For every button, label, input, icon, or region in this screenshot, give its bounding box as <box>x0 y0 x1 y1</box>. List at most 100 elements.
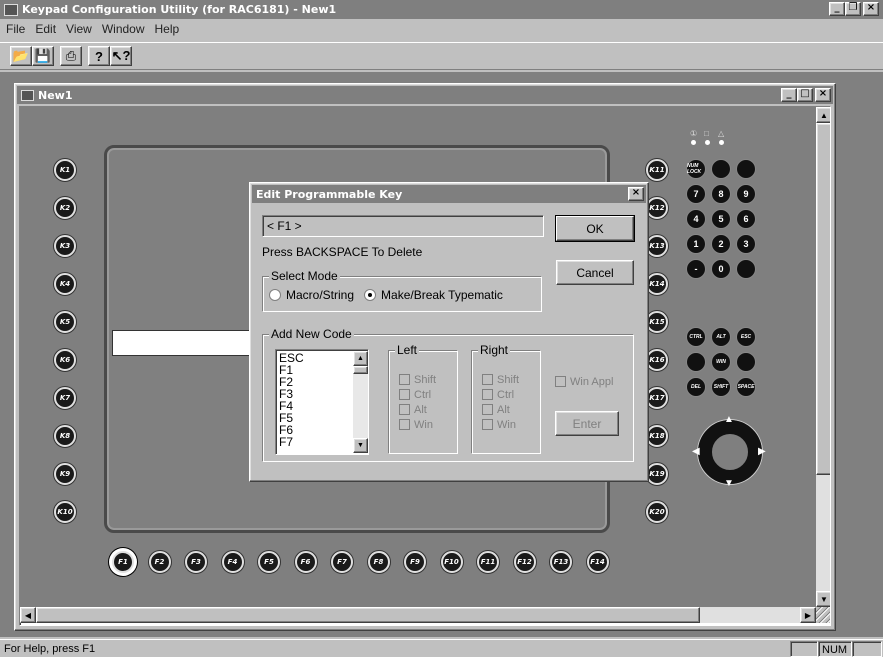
keypad-key-f9[interactable]: F9 <box>404 551 426 573</box>
horizontal-scroll-thumb[interactable] <box>36 607 700 623</box>
keypad-key-f4[interactable]: F4 <box>221 551 244 573</box>
keypad-key-k2[interactable]: K2 <box>54 197 76 219</box>
mdi-minimize-icon[interactable]: _ <box>781 88 797 102</box>
keypad-key-k16[interactable]: K16 <box>646 349 668 371</box>
menu-edit[interactable]: Edit <box>35 22 56 40</box>
arrow-right-icon[interactable]: ▶ <box>758 446 766 457</box>
numpad-key-2-0[interactable]: 4 <box>686 209 706 229</box>
code-list-scrollbar[interactable]: ▲ ▼ <box>353 351 368 453</box>
numpad-key-2-1[interactable]: 5 <box>711 209 731 229</box>
menu-file[interactable]: File <box>6 22 25 40</box>
vertical-scrollbar[interactable]: ▲ ▼ <box>816 107 830 607</box>
keypad-key-f5[interactable]: F5 <box>258 551 280 573</box>
keypad-key-f8[interactable]: F8 <box>367 551 390 573</box>
dialog-close-icon[interactable]: × <box>628 187 644 201</box>
keypad-key-k8[interactable]: K8 <box>54 425 76 447</box>
vertical-scroll-thumb[interactable] <box>816 123 830 475</box>
keypad-key-k18[interactable]: K18 <box>646 425 668 447</box>
print-icon[interactable]: ⎙ <box>60 46 82 66</box>
numpad-key-1-2[interactable]: 9 <box>736 184 756 204</box>
keypad-key-f10[interactable]: F10 <box>440 551 463 573</box>
minimize-icon[interactable]: _ <box>829 2 845 16</box>
numpad-key-0-0[interactable]: NUM LOCK <box>686 159 706 179</box>
scroll-up-icon[interactable]: ▲ <box>816 107 830 123</box>
numpad-key-3-1[interactable]: 2 <box>711 234 731 254</box>
horizontal-scrollbar[interactable]: ◀ ▶ <box>20 607 816 623</box>
key-value-field[interactable]: < F1 > <box>262 215 544 237</box>
make-break-radio[interactable]: Make/Break Typematic <box>364 288 503 302</box>
keypad-key-k13[interactable]: K13 <box>646 235 668 257</box>
keypad-key-f3[interactable]: F3 <box>185 551 207 573</box>
cancel-button[interactable]: Cancel <box>556 260 634 285</box>
function-key-1-0[interactable] <box>686 352 706 372</box>
numpad-key-0-1[interactable] <box>711 159 731 179</box>
keypad-key-f12[interactable]: F12 <box>513 551 536 573</box>
keypad-key-f2[interactable]: F2 <box>148 551 171 573</box>
keypad-key-k20[interactable]: K20 <box>646 501 668 523</box>
function-key-1-2[interactable] <box>736 352 756 372</box>
help-icon[interactable]: ? <box>88 46 110 66</box>
save-icon[interactable]: 💾 <box>32 46 54 66</box>
function-key-0-1[interactable]: ALT <box>711 327 731 347</box>
ok-button[interactable]: OK <box>556 216 634 241</box>
macro-string-radio[interactable]: Macro/String <box>269 288 354 302</box>
close-icon[interactable]: × <box>863 2 879 16</box>
keypad-key-k12[interactable]: K12 <box>646 197 668 219</box>
menu-help[interactable]: Help <box>155 22 180 40</box>
list-scroll-down-icon[interactable]: ▼ <box>353 438 368 453</box>
numpad-key-0-2[interactable] <box>736 159 756 179</box>
enter-button[interactable]: Enter <box>555 411 619 436</box>
left-alt-checkbox[interactable]: Alt <box>399 403 436 416</box>
keypad-key-k5[interactable]: K5 <box>54 311 76 333</box>
list-scroll-up-icon[interactable]: ▲ <box>353 351 368 366</box>
function-key-0-0[interactable]: CTRL <box>686 327 706 347</box>
size-grip-icon[interactable] <box>816 607 830 623</box>
function-key-1-1[interactable]: WIN <box>711 352 731 372</box>
function-key-2-1[interactable]: SHIFT <box>711 377 731 397</box>
keypad-key-f7[interactable]: F7 <box>331 551 353 573</box>
numpad-key-4-0[interactable]: - <box>686 259 706 279</box>
function-key-2-2[interactable]: SPACE <box>736 377 756 397</box>
open-folder-icon[interactable]: 📂 <box>10 46 32 66</box>
left-shift-checkbox[interactable]: Shift <box>399 373 436 386</box>
keypad-key-k6[interactable]: K6 <box>54 349 76 371</box>
keypad-key-f11[interactable]: F11 <box>477 551 499 573</box>
keypad-key-k3[interactable]: K3 <box>54 235 76 257</box>
numpad-key-1-1[interactable]: 8 <box>711 184 731 204</box>
keypad-key-f14[interactable]: F14 <box>586 551 609 573</box>
numpad-key-1-0[interactable]: 7 <box>686 184 706 204</box>
scroll-right-icon[interactable]: ▶ <box>800 607 816 623</box>
keypad-key-k1[interactable]: K1 <box>54 159 76 181</box>
right-shift-checkbox[interactable]: Shift <box>482 373 519 386</box>
arrow-left-icon[interactable]: ◀ <box>692 446 700 457</box>
mdi-restore-icon[interactable]: □ <box>797 88 813 102</box>
left-ctrl-checkbox[interactable]: Ctrl <box>399 388 436 401</box>
function-key-0-2[interactable]: ESC <box>736 327 756 347</box>
right-ctrl-checkbox[interactable]: Ctrl <box>482 388 519 401</box>
keypad-key-k17[interactable]: K17 <box>646 387 668 409</box>
right-win-checkbox[interactable]: Win <box>482 418 519 431</box>
keypad-key-f13[interactable]: F13 <box>550 551 572 573</box>
keypad-key-f6[interactable]: F6 <box>294 551 317 573</box>
mdi-close-icon[interactable]: × <box>815 88 831 102</box>
numpad-key-3-0[interactable]: 1 <box>686 234 706 254</box>
keypad-key-k11[interactable]: K11 <box>646 159 668 181</box>
arrow-up-icon[interactable]: ▲ <box>724 414 734 425</box>
win-appl-checkbox[interactable]: Win Appl <box>555 375 613 388</box>
direction-pad[interactable]: ▲ ▼ ◀ ▶ <box>690 412 770 492</box>
arrow-down-icon[interactable]: ▼ <box>724 478 734 489</box>
numpad-key-3-2[interactable]: 3 <box>736 234 756 254</box>
right-alt-checkbox[interactable]: Alt <box>482 403 519 416</box>
keypad-key-k19[interactable]: K19 <box>646 463 668 485</box>
scroll-left-icon[interactable]: ◀ <box>20 607 36 623</box>
keypad-key-k4[interactable]: K4 <box>54 273 76 295</box>
left-win-checkbox[interactable]: Win <box>399 418 436 431</box>
numpad-key-4-2[interactable] <box>736 259 756 279</box>
context-help-icon[interactable]: ↖? <box>110 46 132 66</box>
keypad-key-k7[interactable]: K7 <box>54 387 76 409</box>
list-scroll-thumb[interactable] <box>353 366 368 374</box>
menu-window[interactable]: Window <box>102 22 145 40</box>
scroll-down-icon[interactable]: ▼ <box>816 591 830 607</box>
numpad-key-4-1[interactable]: 0 <box>711 259 731 279</box>
restore-icon[interactable]: ❐ <box>845 2 861 16</box>
